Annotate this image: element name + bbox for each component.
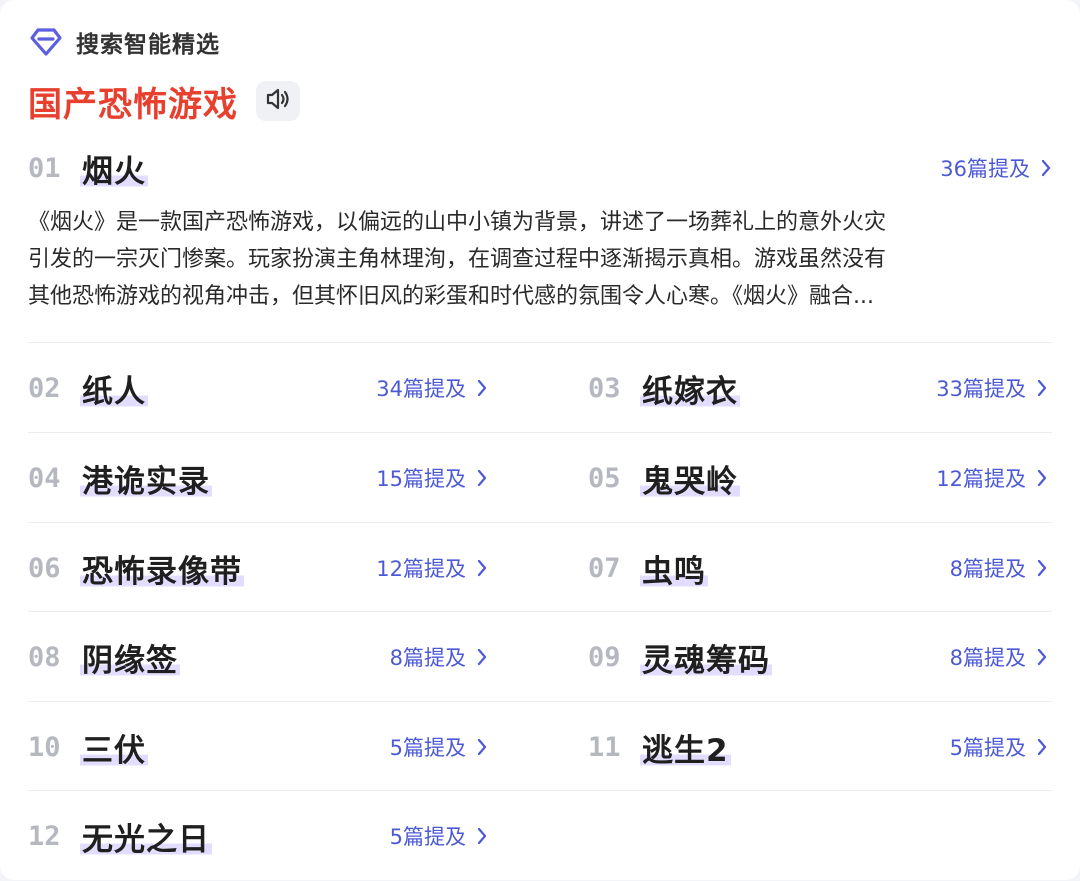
mention-count: 8篇提及	[389, 646, 466, 670]
list-item[interactable]: 02 纸人 34篇提及	[28, 343, 488, 433]
title-row: 国产恐怖游戏	[28, 78, 300, 125]
item-rank: 11	[588, 731, 621, 763]
item-name[interactable]: 阴缘签	[80, 634, 180, 680]
mention-count: 12篇提及	[936, 467, 1026, 491]
chevron-right-icon	[476, 558, 488, 578]
mention-count: 36篇提及	[940, 157, 1030, 181]
item-name[interactable]: 灵魂筹码	[640, 634, 772, 680]
chevron-right-icon	[1036, 737, 1048, 757]
mention-link[interactable]: 12篇提及	[936, 463, 1048, 493]
mention-link[interactable]: 8篇提及	[950, 642, 1048, 672]
description-line: 其他恐怖游戏的视角冲击，但其怀旧风的彩蛋和时代感的氛围令人心寒。《烟火》融合..…	[28, 284, 874, 309]
mention-count: 34篇提及	[376, 377, 466, 401]
speaker-icon	[264, 86, 292, 116]
mention-count: 5篇提及	[389, 736, 466, 760]
item-name[interactable]: 恐怖录像带	[80, 545, 244, 591]
chevron-right-icon	[1036, 647, 1048, 667]
mention-link[interactable]: 34篇提及	[376, 373, 488, 403]
mention-link[interactable]: 5篇提及	[950, 732, 1048, 762]
item-rank: 04	[28, 462, 61, 494]
item-name[interactable]: 港诡实录	[80, 455, 212, 501]
mention-count: 8篇提及	[949, 557, 1026, 581]
item-rank: 08	[28, 641, 61, 673]
mention-link[interactable]: 36篇提及	[940, 153, 1052, 183]
list-item[interactable]: 07 虫鸣 8篇提及	[588, 523, 1048, 613]
header-label: 搜索智能精选	[76, 32, 220, 58]
item-name[interactable]: 纸嫁衣	[640, 365, 740, 411]
item-name[interactable]: 纸人	[80, 365, 148, 411]
item-rank: 03	[588, 372, 621, 404]
list-item[interactable]: 09 灵魂筹码 8篇提及	[588, 612, 1048, 702]
list-item[interactable]: 06 恐怖录像带 12篇提及	[28, 523, 488, 613]
item-rank: 06	[28, 552, 61, 584]
chevron-right-icon	[476, 647, 488, 667]
item-rank: 02	[28, 372, 61, 404]
mention-count: 5篇提及	[389, 825, 466, 849]
list-item[interactable]: 03 纸嫁衣 33篇提及	[588, 343, 1048, 433]
item-rank: 05	[588, 462, 621, 494]
item-rank: 09	[588, 641, 621, 673]
query-title: 国产恐怖游戏	[28, 84, 238, 125]
mention-link[interactable]: 8篇提及	[950, 553, 1048, 583]
card-header: 搜索智能精选	[28, 24, 220, 60]
list-item[interactable]: 12 无光之日 5篇提及	[28, 791, 488, 881]
list-item[interactable]: 11 逃生2 5篇提及	[588, 702, 1048, 792]
item-rank: 01	[28, 152, 61, 184]
mention-count: 5篇提及	[949, 736, 1026, 760]
item-name[interactable]: 虫鸣	[640, 545, 708, 591]
mention-link[interactable]: 33篇提及	[936, 373, 1048, 403]
item-name[interactable]: 三伏	[80, 724, 148, 770]
chevron-right-icon	[476, 378, 488, 398]
mention-link[interactable]: 12篇提及	[376, 553, 488, 583]
top-item-description: 《烟火》是一款国产恐怖游戏，以偏远的山中小镇为背景，讲述了一场葬礼上的意外火灾 …	[28, 204, 1052, 315]
item-name[interactable]: 逃生2	[640, 724, 731, 770]
mention-link[interactable]: 8篇提及	[390, 642, 488, 672]
diamond-icon	[28, 24, 64, 60]
list-item-top[interactable]: 01 烟火 36篇提及	[28, 143, 1052, 193]
item-rank: 07	[588, 552, 621, 584]
speaker-button[interactable]	[256, 81, 300, 121]
description-line: 《烟火》是一款国产恐怖游戏，以偏远的山中小镇为背景，讲述了一场葬礼上的意外火灾	[28, 210, 887, 235]
list-item[interactable]: 08 阴缘签 8篇提及	[28, 612, 488, 702]
mention-link[interactable]: 15篇提及	[376, 463, 488, 493]
item-rank: 12	[28, 820, 61, 852]
list-item[interactable]: 05 鬼哭岭 12篇提及	[588, 433, 1048, 523]
item-rank: 10	[28, 731, 61, 763]
mention-count: 12篇提及	[376, 557, 466, 581]
list-item[interactable]: 10 三伏 5篇提及	[28, 702, 488, 792]
mention-count: 8篇提及	[949, 646, 1026, 670]
chevron-right-icon	[476, 737, 488, 757]
chevron-right-icon	[1036, 558, 1048, 578]
description-line: 引发的一宗灭门惨案。玩家扮演主角林理洵，在调查过程中逐渐揭示真相。游戏虽然没有	[28, 247, 887, 272]
item-name[interactable]: 无光之日	[80, 813, 212, 859]
item-name[interactable]: 鬼哭岭	[640, 455, 740, 501]
mention-link[interactable]: 5篇提及	[390, 821, 488, 851]
smart-selection-card: 搜索智能精选 国产恐怖游戏 01 烟火 36篇提及 《烟火》是一款国产恐怖游戏，…	[0, 0, 1080, 880]
chevron-right-icon	[1040, 158, 1052, 178]
chevron-right-icon	[476, 468, 488, 488]
chevron-right-icon	[476, 826, 488, 846]
mention-count: 15篇提及	[376, 467, 466, 491]
mention-count: 33篇提及	[936, 377, 1026, 401]
list-item[interactable]: 04 港诡实录 15篇提及	[28, 433, 488, 523]
chevron-right-icon	[1036, 378, 1048, 398]
chevron-right-icon	[1036, 468, 1048, 488]
mention-link[interactable]: 5篇提及	[390, 732, 488, 762]
item-name[interactable]: 烟火	[80, 145, 148, 191]
